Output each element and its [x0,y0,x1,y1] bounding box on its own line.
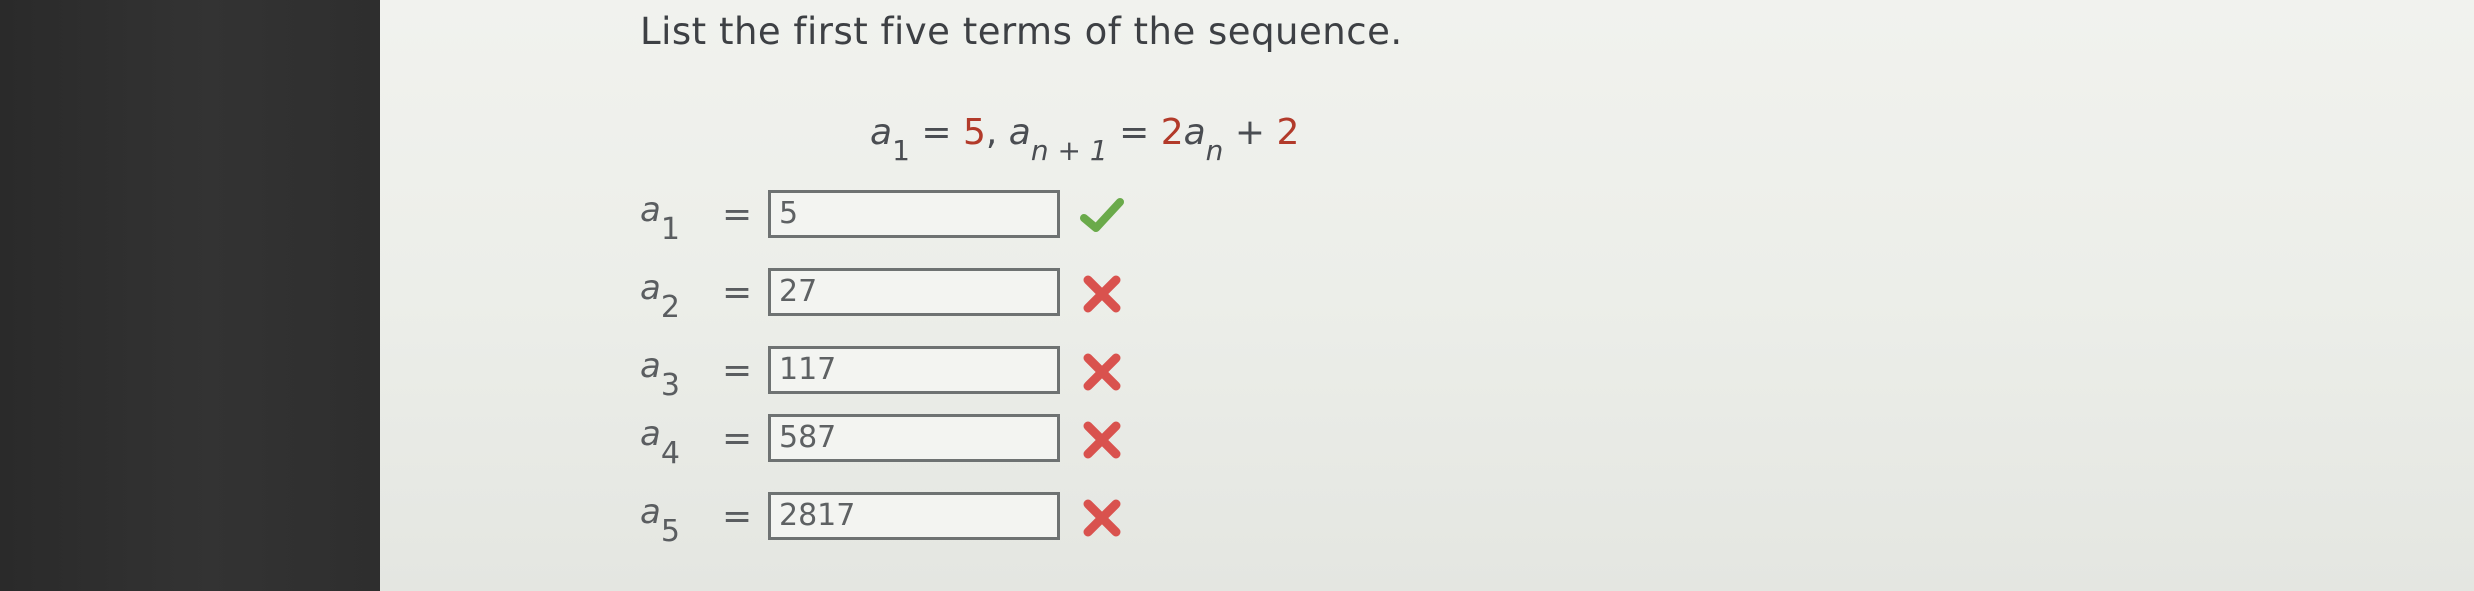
term-5-input[interactable]: 2817 [768,492,1060,540]
term-index: 3 [660,368,680,403]
question-instruction: List the first five terms of the sequenc… [640,10,1403,53]
recurrence-formula: a1 = 5, an + 1 = 2an + 2 [870,112,1299,172]
formula-a1-sub: 1 [892,134,910,167]
term-1-input[interactable]: 5 [768,190,1060,238]
equals-sign: = [722,194,753,235]
equals-sign: = [722,418,753,459]
term-4-input[interactable]: 587 [768,414,1060,462]
equals-sign: = [722,272,753,313]
term-2-input[interactable]: 27 [768,268,1060,316]
formula-a1-value: = 5, [909,112,1009,153]
term-symbol: a [640,414,661,454]
formula-rhs-symbol: a [1183,112,1206,153]
term-symbol: a [640,346,661,386]
term-index: 4 [660,436,680,471]
term-label: a4 [640,414,680,471]
equals-sign: = [722,350,753,391]
term-index: 1 [660,212,680,247]
term-symbol: a [640,190,661,230]
term-symbol: a [640,268,661,308]
term-label: a1 [640,190,680,247]
formula-an1-sub: n + 1 [1030,134,1108,167]
formula-rhs-tail: + 2 [1223,112,1300,153]
formula-a1-symbol: a [870,112,893,153]
formula-an1-symbol: a [1008,112,1031,153]
x-icon [1080,350,1124,394]
question-panel [380,0,2474,591]
term-index: 5 [660,514,680,549]
term-label: a3 [640,346,680,403]
monitor-bezel [0,0,380,591]
formula-rhs-sub: n [1205,134,1224,167]
term-label: a5 [640,492,680,549]
term-3-input[interactable]: 117 [768,346,1060,394]
formula-rhs-eq: = 2 [1107,112,1184,153]
x-icon [1080,272,1124,316]
x-icon [1080,418,1124,462]
term-index: 2 [660,290,680,325]
term-symbol: a [640,492,661,532]
equals-sign: = [722,496,753,537]
term-label: a2 [640,268,680,325]
check-icon [1080,194,1124,238]
x-icon [1080,496,1124,540]
